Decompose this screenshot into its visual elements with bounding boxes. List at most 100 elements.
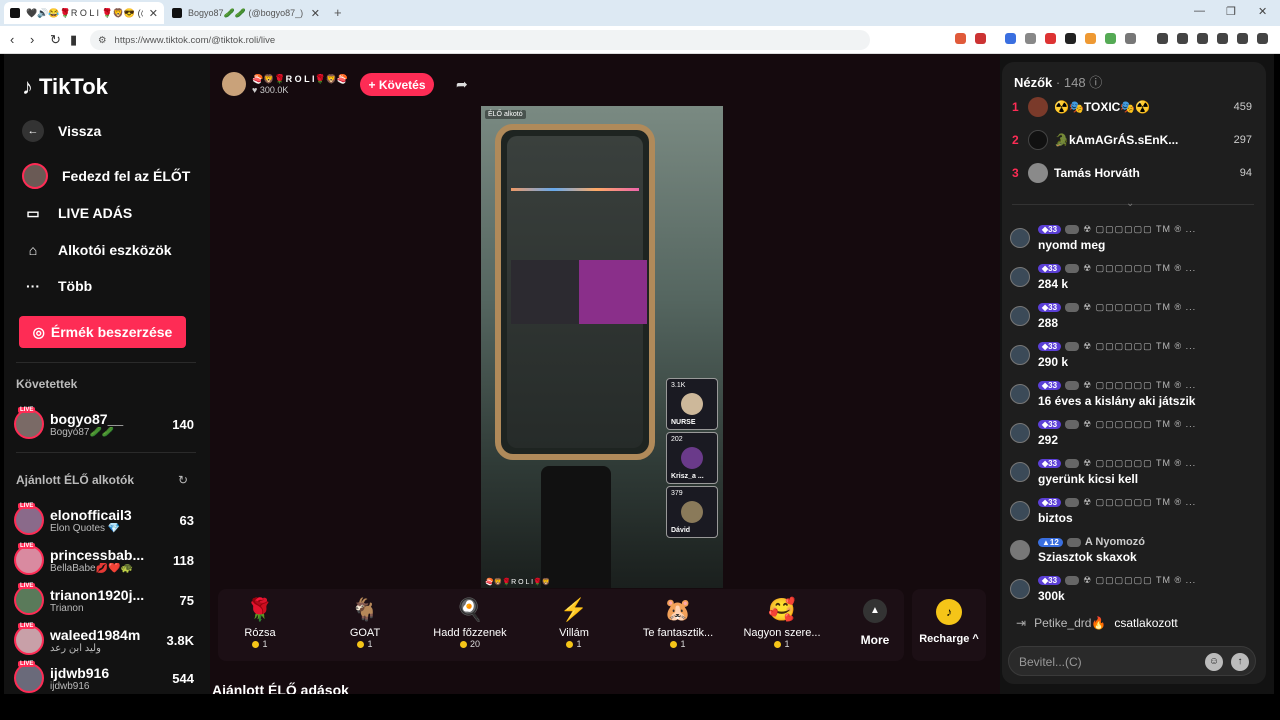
- shield-icon[interactable]: [1237, 33, 1248, 44]
- new-tab-icon[interactable]: +: [334, 5, 342, 20]
- top-viewer-row[interactable]: 1 ☢️🎭TOXIC🎭☢️ 459: [1012, 94, 1252, 120]
- viewer-count: 544: [172, 670, 194, 686]
- extension-icon[interactable]: [975, 33, 986, 44]
- avatar[interactable]: [1010, 579, 1030, 599]
- send-icon[interactable]: ↑: [1231, 653, 1249, 671]
- live-badge: LIVE: [18, 407, 36, 413]
- recommended-user[interactable]: LIVE elonofficail3 Elon Quotes 💎 63: [14, 502, 194, 538]
- share-icon[interactable]: ➦: [456, 76, 468, 93]
- extension-icon[interactable]: [1157, 33, 1168, 44]
- avatar[interactable]: [1010, 501, 1030, 521]
- avatar[interactable]: [1010, 462, 1030, 482]
- message-text: nyomd meg: [1038, 238, 1106, 252]
- avatar[interactable]: [1010, 540, 1030, 560]
- follow-button[interactable]: + Követés: [360, 73, 434, 96]
- recommended-live-title: Ajánlott ÉLŐ adások: [212, 682, 349, 694]
- level-badge: ◆33: [1038, 459, 1062, 468]
- gift-item[interactable]: 🍳 Hadd főzzenek 20: [420, 595, 520, 649]
- streamer-avatar[interactable]: [222, 72, 246, 96]
- recommended-user[interactable]: LIVE princessbab... BellaBabe💋❤️🐢 118: [14, 542, 194, 578]
- recommended-user[interactable]: LIVE waleed1984m وليد ابن رعد 3.8K: [14, 622, 194, 658]
- restore-icon[interactable]: ❐: [1226, 5, 1236, 18]
- site-settings-icon[interactable]: ⚙: [98, 35, 107, 46]
- sidebar-item-creator-tools[interactable]: ⌂ Alkotói eszközök: [22, 239, 172, 261]
- top-viewer-row[interactable]: 3 Tamás Horváth 94: [1012, 160, 1252, 186]
- fan-badge: [1065, 225, 1080, 234]
- extension-icon[interactable]: [1217, 33, 1228, 44]
- gift-item[interactable]: 🥰 Nagyon szere... 1: [732, 595, 832, 649]
- avatar[interactable]: [1010, 384, 1030, 404]
- gift-price: 1: [262, 639, 268, 649]
- close-tab-icon[interactable]: ✕: [311, 7, 320, 20]
- live-video[interactable]: ÉLŐ alkotó 3.1K NURSE 202 Krisz_a ... 37…: [481, 106, 723, 588]
- level-badge: ◆33: [1038, 381, 1062, 390]
- user-name: ☢ ▢▢▢▢▢▢ TM ® ...: [1083, 341, 1197, 351]
- recharge-button[interactable]: ♪ Recharge ^: [912, 589, 986, 661]
- get-coins-button[interactable]: ◎ Érmék beszerzése: [19, 316, 186, 348]
- sidebar-item-explore-live[interactable]: Fedezd fel az ÉLŐT: [22, 163, 190, 189]
- extension-icon[interactable]: [1065, 33, 1076, 44]
- guest-tile[interactable]: 379 Dávid: [666, 486, 718, 538]
- guest-tile[interactable]: 202 Krisz_a ...: [666, 432, 718, 484]
- guest-avatar: [681, 447, 703, 469]
- user-name: trianon1920j...: [50, 586, 145, 603]
- chat-input[interactable]: [1019, 652, 1199, 672]
- following-user[interactable]: LIVE bogyo87__ Bogyó87🥒🥒 140: [14, 406, 194, 442]
- gift-bar: 🌹 Rózsa 1 🐐 GOAT 1 🍳 Hadd főzzenek 20 ⚡ …: [218, 589, 904, 661]
- close-tab-icon[interactable]: ✕: [149, 7, 158, 20]
- close-window-icon[interactable]: ✕: [1258, 5, 1267, 18]
- back-link[interactable]: ← Vissza: [22, 120, 101, 142]
- extension-icon[interactable]: [1125, 33, 1136, 44]
- sidebar-toggle-icon[interactable]: [1177, 33, 1188, 44]
- tab-title: Bogyo87🥒🥒 (@bogyo87_) ÉLŐ a: [188, 7, 305, 18]
- gift-item[interactable]: ⚡ Villám 1: [524, 595, 624, 649]
- bookmark-icon[interactable]: ▮: [70, 32, 77, 48]
- menu-icon[interactable]: [1257, 33, 1268, 44]
- extension-icon[interactable]: [1085, 33, 1096, 44]
- hamster-gift-icon: 🐹: [664, 597, 692, 622]
- extension-icon[interactable]: [1045, 33, 1056, 44]
- gift-name: Te fantasztik...: [642, 627, 714, 639]
- forward-icon[interactable]: ›: [30, 32, 34, 47]
- back-icon[interactable]: ‹: [10, 32, 14, 47]
- extension-icon[interactable]: [1005, 33, 1016, 44]
- browser-tab-active[interactable]: 🖤🔊😂🌹R O L I 🌹🦁😎 (@tiktok.roli) ✕: [4, 2, 164, 24]
- guest-tile[interactable]: 3.1K NURSE: [666, 378, 718, 430]
- logo-text: TikTok: [39, 74, 108, 99]
- sidebar-item-more[interactable]: ··· Több: [22, 275, 92, 297]
- chevron-down-icon[interactable]: ⌄: [1126, 198, 1134, 209]
- gift-item[interactable]: 🐹 Te fantasztik... 1: [628, 595, 728, 649]
- extension-icon[interactable]: [1105, 33, 1116, 44]
- url-field[interactable]: ⚙ https://www.tiktok.com/@tiktok.roli/li…: [90, 30, 870, 50]
- emoji-icon[interactable]: ☺: [1205, 653, 1223, 671]
- recommended-user[interactable]: LIVE ijdwb916 ijdwb916 544: [14, 660, 194, 694]
- browser-tab[interactable]: Bogyo87🥒🥒 (@bogyo87_) ÉLŐ a ✕: [166, 2, 326, 24]
- avatar[interactable]: [1010, 267, 1030, 287]
- joined-user-name[interactable]: Petike_drd🔥: [1034, 616, 1106, 630]
- recommended-user[interactable]: LIVE trianon1920j... Trianon 75: [14, 582, 194, 618]
- tiktok-logo[interactable]: ♪ TikTok: [22, 74, 108, 100]
- viewer-name: Tamás Horváth: [1054, 166, 1140, 180]
- address-bar: ‹ › ↻ ▮ ⚙ https://www.tiktok.com/@tiktok…: [0, 26, 1280, 54]
- minimize-icon[interactable]: —: [1194, 5, 1205, 17]
- user-subtitle: Elon Quotes 💎: [50, 522, 121, 534]
- user-name: ☢ ▢▢▢▢▢▢ TM ® ...: [1083, 575, 1197, 585]
- avatar[interactable]: [1010, 345, 1030, 365]
- refresh-icon[interactable]: ↻: [178, 473, 188, 487]
- sidebar-item-live[interactable]: ▭ LIVE ADÁS: [22, 202, 132, 224]
- top-viewer-row[interactable]: 2 🐊kAmAGrÁS.sEnK... 297: [1012, 127, 1252, 153]
- reload-icon[interactable]: ↻: [50, 32, 61, 48]
- gift-item[interactable]: 🌹 Rózsa 1: [210, 595, 310, 649]
- help-icon[interactable]: ⓘ: [1089, 75, 1102, 90]
- more-gifts-button[interactable]: ▲ More: [856, 599, 894, 647]
- extension-icon[interactable]: [1025, 33, 1036, 44]
- guest-score: 3.1K: [671, 382, 686, 389]
- avatar[interactable]: [1010, 423, 1030, 443]
- avatar[interactable]: [1010, 228, 1030, 248]
- level-badge: ◆33: [1038, 264, 1062, 273]
- avatar[interactable]: [1010, 306, 1030, 326]
- extension-icon[interactable]: [955, 33, 966, 44]
- gift-item[interactable]: 🐐 GOAT 1: [315, 595, 415, 649]
- streamer-info[interactable]: 🍣🦁🌹R O L I🌹🦁🍣 ♥ 300.0K: [222, 72, 348, 96]
- extension-icon[interactable]: [1197, 33, 1208, 44]
